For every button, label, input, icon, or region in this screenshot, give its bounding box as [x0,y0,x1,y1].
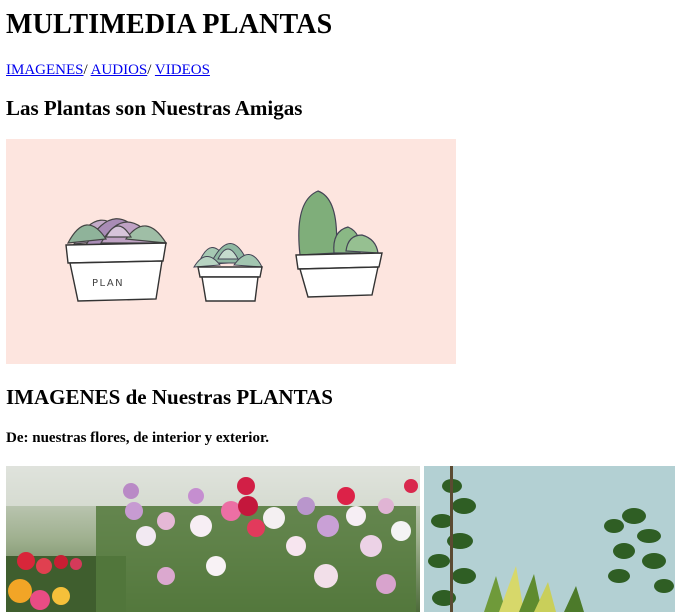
section-heading-plantas: Las Plantas son Nuestras Amigas [6,96,303,120]
section-subtitle: De: nuestras flores, de interior y exter… [6,430,269,446]
flowers-photo [6,466,420,612]
pot-2 [197,266,263,302]
nav-separator: / [147,62,155,78]
pot-label: PLAN [92,278,124,289]
nav-link-videos[interactable]: VIDEOS [155,62,210,78]
nav-link-audios[interactable]: AUDIOS [91,62,148,78]
section-heading-imagenes: IMAGENES de Nuestras PLANTAS [6,385,333,409]
page-title: MULTIMEDIA PLANTAS [6,9,333,40]
indoor-plants-image [424,466,675,612]
pot-3 [295,252,383,298]
nav-separator: / [83,62,91,78]
succulents-illustration: PLAN [6,139,456,364]
nav-link-imagenes[interactable]: IMAGENES [6,62,84,78]
indoor-plants-photo [424,466,675,612]
succulents-drawing: PLAN [6,139,456,364]
media-nav: IMAGENES/ AUDIOS/ VIDEOS [6,61,210,79]
pot-1 [65,242,167,302]
flowers-image [6,466,420,612]
